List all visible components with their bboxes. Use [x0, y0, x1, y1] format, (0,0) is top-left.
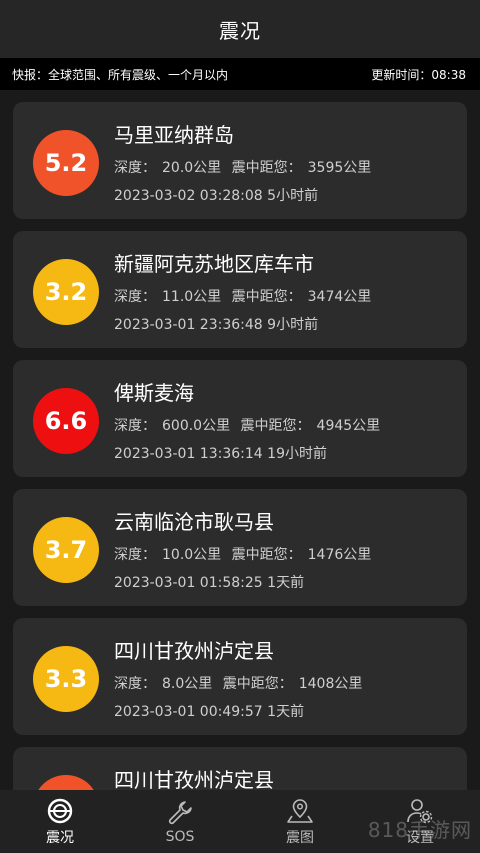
quake-location: 俾斯麦海: [114, 381, 194, 405]
magnitude-badge: 5.2: [33, 130, 99, 196]
news-bar-filter-text: 快报：全球范围、所有震级、一个月以内: [12, 67, 229, 82]
quake-ago: 1天前: [267, 704, 305, 720]
depth-value: 11.0公里: [162, 289, 222, 305]
update-time-value: 08:38: [431, 67, 466, 82]
quake-ago: 5小时前: [267, 188, 319, 204]
quake-time: 2023-03-01 00:49:57 1天前: [114, 701, 304, 721]
watermark-text: 818手游网: [367, 818, 472, 842]
distance-value: 4945公里: [316, 418, 381, 434]
quake-datetime: 2023-03-02 03:28:08: [114, 188, 263, 204]
quake-card[interactable]: 四川甘孜州泸定县: [13, 747, 467, 790]
quake-location: 云南临沧市耿马县: [114, 510, 274, 534]
quake-time: 2023-03-02 03:28:08 5小时前: [114, 185, 318, 205]
quake-details: 深度： 20.0公里 震中距您： 3595公里: [114, 157, 377, 177]
magnitude-badge: 3.3: [33, 646, 99, 712]
quake-status-icon: [47, 798, 73, 823]
distance-value: 3595公里: [307, 160, 372, 176]
distance-value: 3474公里: [307, 289, 372, 305]
quake-details: 深度： 11.0公里 震中距您： 3474公里: [114, 286, 377, 306]
magnitude-badge: 6.6: [33, 388, 99, 454]
magnitude-badge: [33, 775, 99, 790]
update-time-display: 更新时间：08:38: [371, 66, 466, 83]
depth-value: 600.0公里: [162, 418, 231, 434]
depth-label: 深度：: [114, 418, 156, 434]
distance-label: 震中距您：: [222, 676, 293, 692]
quake-list[interactable]: 5.2 马里亚纳群岛 深度： 20.0公里 震中距您： 3595公里 2023-03…: [0, 90, 480, 790]
page-title: 震况: [219, 18, 261, 43]
quake-datetime: 2023-03-01 00:49:57: [114, 704, 263, 720]
quake-location: 四川甘孜州泸定县: [114, 768, 274, 790]
quake-time: 2023-03-01 01:58:25 1天前: [114, 572, 304, 592]
depth-label: 深度：: [114, 160, 156, 176]
quake-details: 深度： 600.0公里 震中距您： 4945公里: [114, 415, 386, 435]
wrench-icon: [168, 800, 192, 824]
quake-card[interactable]: 3.7 云南临沧市耿马县 深度： 10.0公里 震中距您： 1476公里 2023-…: [13, 489, 467, 606]
depth-value: 8.0公里: [162, 676, 213, 692]
news-bar: 快报：全球范围、所有震级、一个月以内 更新时间：08:38: [0, 58, 480, 90]
magnitude-badge: 3.7: [33, 517, 99, 583]
quake-card[interactable]: 3.2 新疆阿克苏地区库车市 深度： 11.0公里 震中距您： 3474公里 202…: [13, 231, 467, 348]
tab-quake-map[interactable]: 震图: [240, 790, 360, 853]
quake-datetime: 2023-03-01 01:58:25: [114, 575, 263, 591]
depth-label: 深度：: [114, 289, 156, 305]
quake-datetime: 2023-03-01 13:36:14: [114, 446, 263, 462]
distance-value: 1408公里: [298, 676, 363, 692]
quake-location: 马里亚纳群岛: [114, 123, 234, 147]
quake-card[interactable]: 3.3 四川甘孜州泸定县 深度： 8.0公里 震中距您： 1408公里 2023-0…: [13, 618, 467, 735]
distance-label: 震中距您：: [231, 160, 302, 176]
tab-quake-status[interactable]: 震况: [0, 790, 120, 853]
quake-details: 深度： 10.0公里 震中距您： 1476公里: [114, 544, 377, 564]
depth-value: 10.0公里: [162, 547, 222, 563]
distance-label: 震中距您：: [231, 547, 302, 563]
update-time-label: 更新时间：: [371, 67, 432, 82]
distance-label: 震中距您：: [231, 289, 302, 305]
quake-time: 2023-03-01 13:36:14 19小时前: [114, 443, 327, 463]
tab-sos[interactable]: SOS: [120, 790, 240, 853]
tab-label: SOS: [165, 828, 195, 845]
depth-value: 20.0公里: [162, 160, 222, 176]
quake-card[interactable]: 6.6 俾斯麦海 深度： 600.0公里 震中距您： 4945公里 2023-03-…: [13, 360, 467, 477]
quake-details: 深度： 8.0公里 震中距您： 1408公里: [114, 673, 368, 693]
quake-ago: 19小时前: [267, 446, 327, 462]
distance-label: 震中距您：: [240, 418, 311, 434]
quake-ago: 9小时前: [267, 317, 319, 333]
quake-card[interactable]: 5.2 马里亚纳群岛 深度： 20.0公里 震中距您： 3595公里 2023-03…: [13, 102, 467, 219]
quake-time: 2023-03-01 23:36:48 9小时前: [114, 314, 318, 334]
distance-value: 1476公里: [307, 547, 372, 563]
depth-label: 深度：: [114, 547, 156, 563]
tab-label: 震图: [286, 829, 314, 846]
map-pin-icon: [287, 798, 313, 823]
quake-location: 四川甘孜州泸定县: [114, 639, 274, 663]
depth-label: 深度：: [114, 676, 156, 692]
magnitude-badge: 3.2: [33, 259, 99, 325]
tab-label: 震况: [46, 829, 74, 846]
quake-location: 新疆阿克苏地区库车市: [114, 252, 314, 276]
quake-ago: 1天前: [267, 575, 305, 591]
app-header: 震况: [0, 0, 480, 58]
quake-datetime: 2023-03-01 23:36:48: [114, 317, 263, 333]
